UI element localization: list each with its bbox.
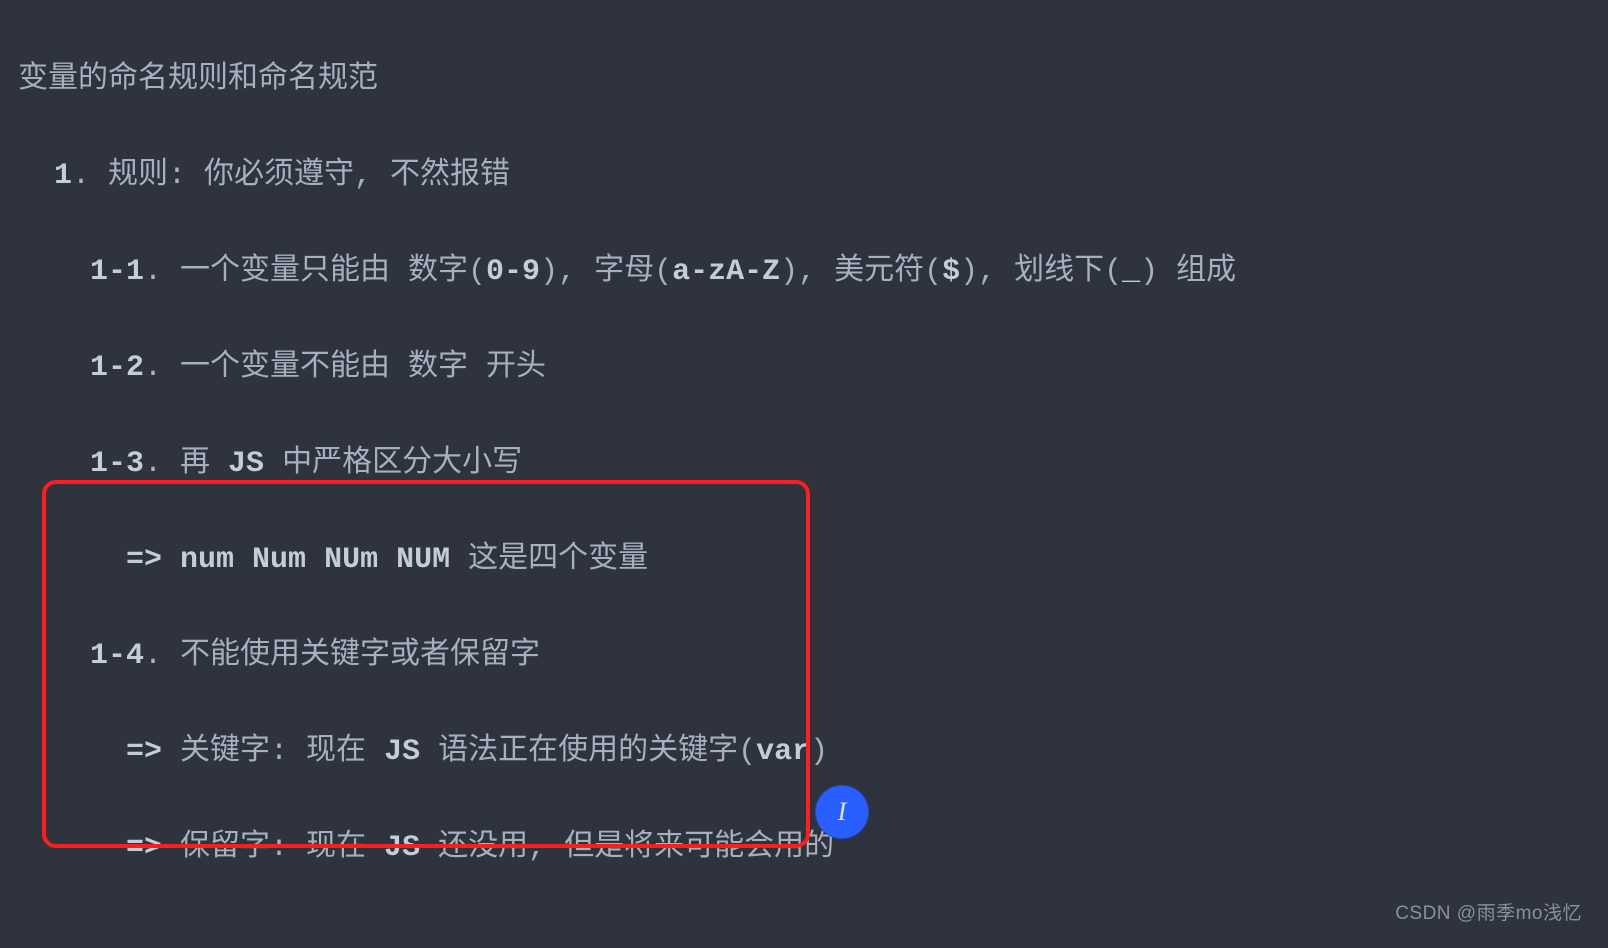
watermark-text: CSDN @雨季mo浅忆 xyxy=(1395,890,1582,938)
number: 1-1 xyxy=(90,255,144,289)
cursor-glyph: I xyxy=(838,788,847,836)
text-cursor-indicator: I xyxy=(815,785,869,839)
text-line: => num Num NUm NUM 这是四个变量 xyxy=(18,536,1608,584)
text-line: 1. 规则: 你必须遵守, 不然报错 xyxy=(18,152,1608,200)
text-line: 1-1. 一个变量只能由 数字(0-9), 字母(a-zA-Z), 美元符($)… xyxy=(18,248,1608,296)
number: 1 xyxy=(54,159,72,193)
number: 1-4 xyxy=(90,639,144,673)
text: 变量的命名规则和命名规范 xyxy=(18,63,378,97)
code-editor-content: 变量的命名规则和命名规范 1. 规则: 你必须遵守, 不然报错 1-1. 一个变… xyxy=(0,0,1608,948)
number: 1-2 xyxy=(90,351,144,385)
text-line: 1-3. 再 JS 中严格区分大小写 xyxy=(18,440,1608,488)
text-line: => 关键字: 现在 JS 语法正在使用的关键字(var) xyxy=(18,728,1608,776)
text-line: => 保留字: 现在 JS 还没用, 但是将来可能会用的 xyxy=(18,824,1608,872)
text-line: 1-4. 不能使用关键字或者保留字 xyxy=(18,632,1608,680)
text-line: 1-2. 一个变量不能由 数字 开头 xyxy=(18,344,1608,392)
text-line: 变量的命名规则和命名规范 xyxy=(18,56,1608,104)
number: 1-3 xyxy=(90,447,144,481)
